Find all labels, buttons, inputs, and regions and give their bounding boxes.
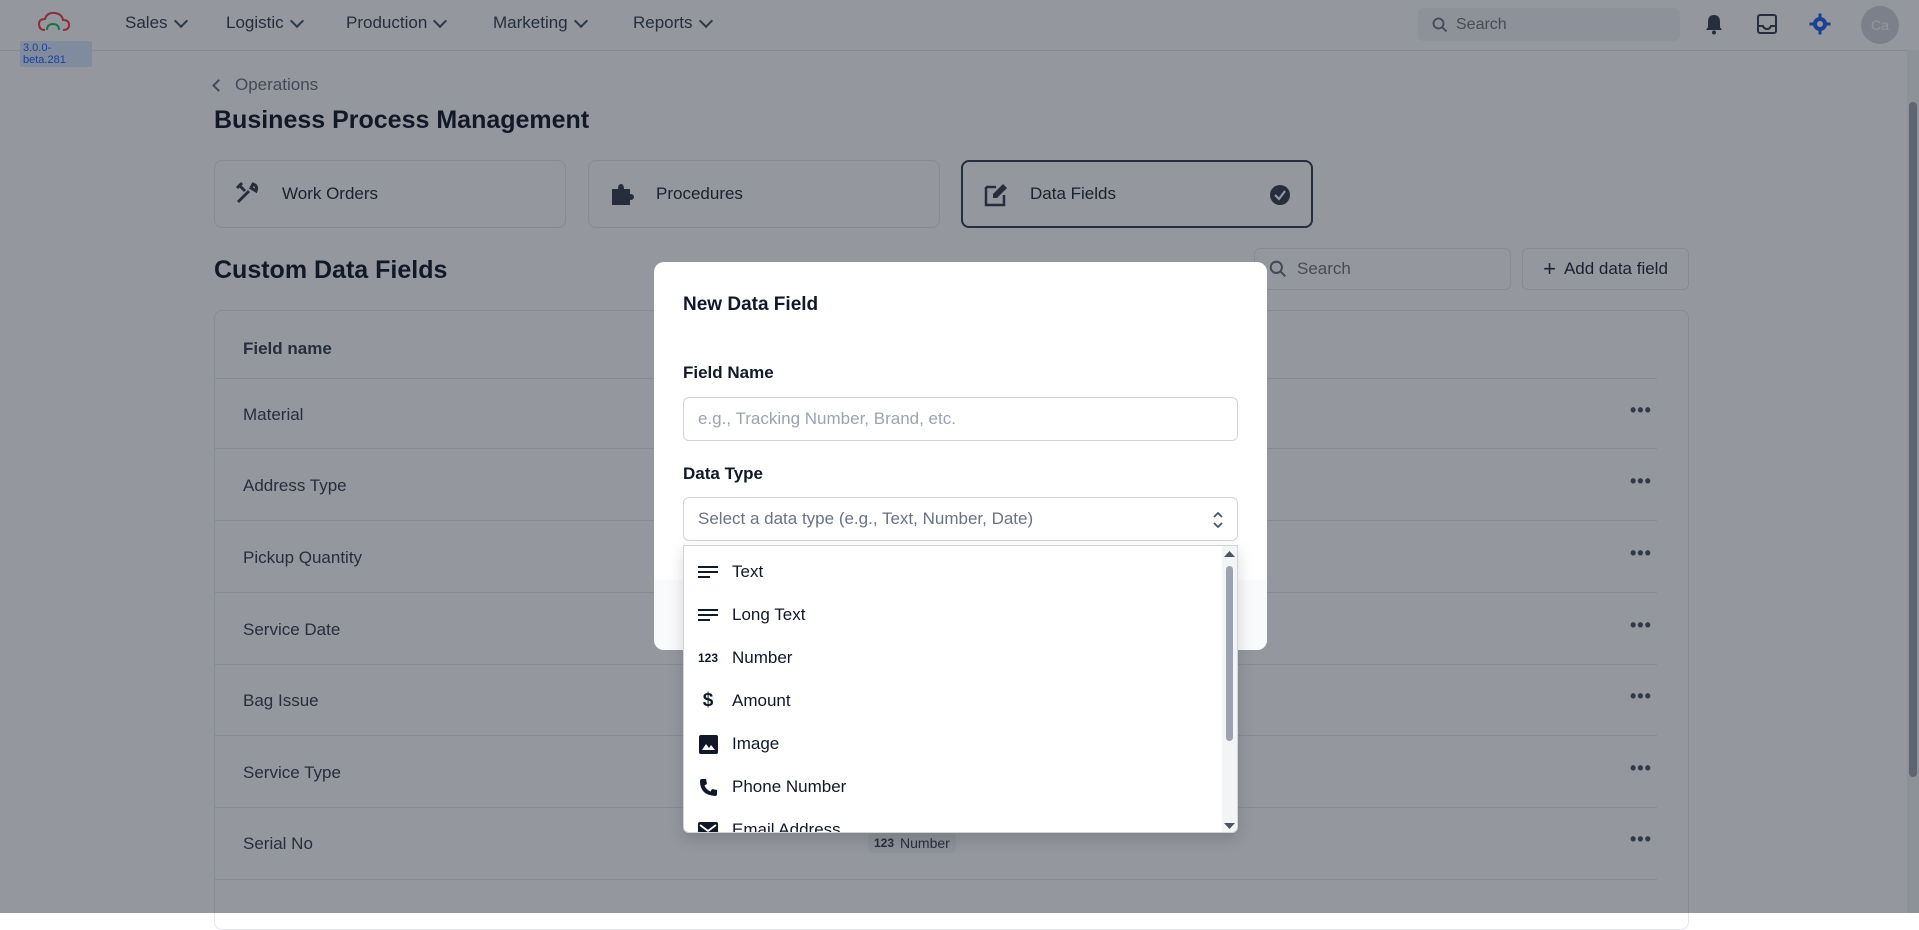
option-label: Amount [732, 691, 791, 710]
mail-icon [698, 822, 718, 832]
option-label: Email Address [732, 820, 841, 833]
data-type-label: Data Type [683, 464, 763, 483]
data-type-placeholder: Select a data type (e.g., Text, Number, … [698, 509, 1034, 528]
data-type-select[interactable]: Select a data type (e.g., Text, Number, … [683, 497, 1238, 541]
option-label: Number [732, 648, 793, 667]
select-updown-icon [1213, 511, 1223, 529]
field-name-input[interactable] [683, 397, 1238, 441]
modal-title: New Data Field [683, 294, 819, 315]
option-amount[interactable]: $ Amount [698, 683, 791, 719]
text-lines-icon [698, 608, 718, 622]
option-phone-number[interactable]: Phone Number [698, 769, 846, 805]
option-label: Long Text [732, 605, 806, 624]
option-long-text[interactable]: Long Text [698, 597, 805, 633]
option-text[interactable]: Text [698, 554, 763, 590]
option-number[interactable]: 123 Number [698, 640, 792, 676]
number-123-icon: 123 [697, 651, 719, 665]
phone-icon [698, 778, 718, 797]
scroll-down-arrow-icon[interactable] [1222, 821, 1237, 831]
field-name-label: Field Name [683, 363, 774, 382]
option-email-address[interactable]: Email Address [698, 812, 841, 833]
option-label: Text [732, 562, 764, 581]
option-label: Phone Number [732, 777, 847, 796]
data-type-dropdown: Text Long Text 123 Number $ Amount Image… [683, 545, 1238, 833]
image-icon [698, 734, 718, 754]
scroll-up-arrow-icon[interactable] [1222, 549, 1237, 559]
dropdown-scrollbar[interactable] [1222, 546, 1237, 832]
option-label: Image [732, 734, 780, 753]
dollar-icon: $ [702, 690, 714, 711]
text-lines-icon [698, 565, 718, 579]
dropdown-scrollbar-thumb[interactable] [1226, 566, 1233, 741]
option-image[interactable]: Image [698, 726, 779, 762]
